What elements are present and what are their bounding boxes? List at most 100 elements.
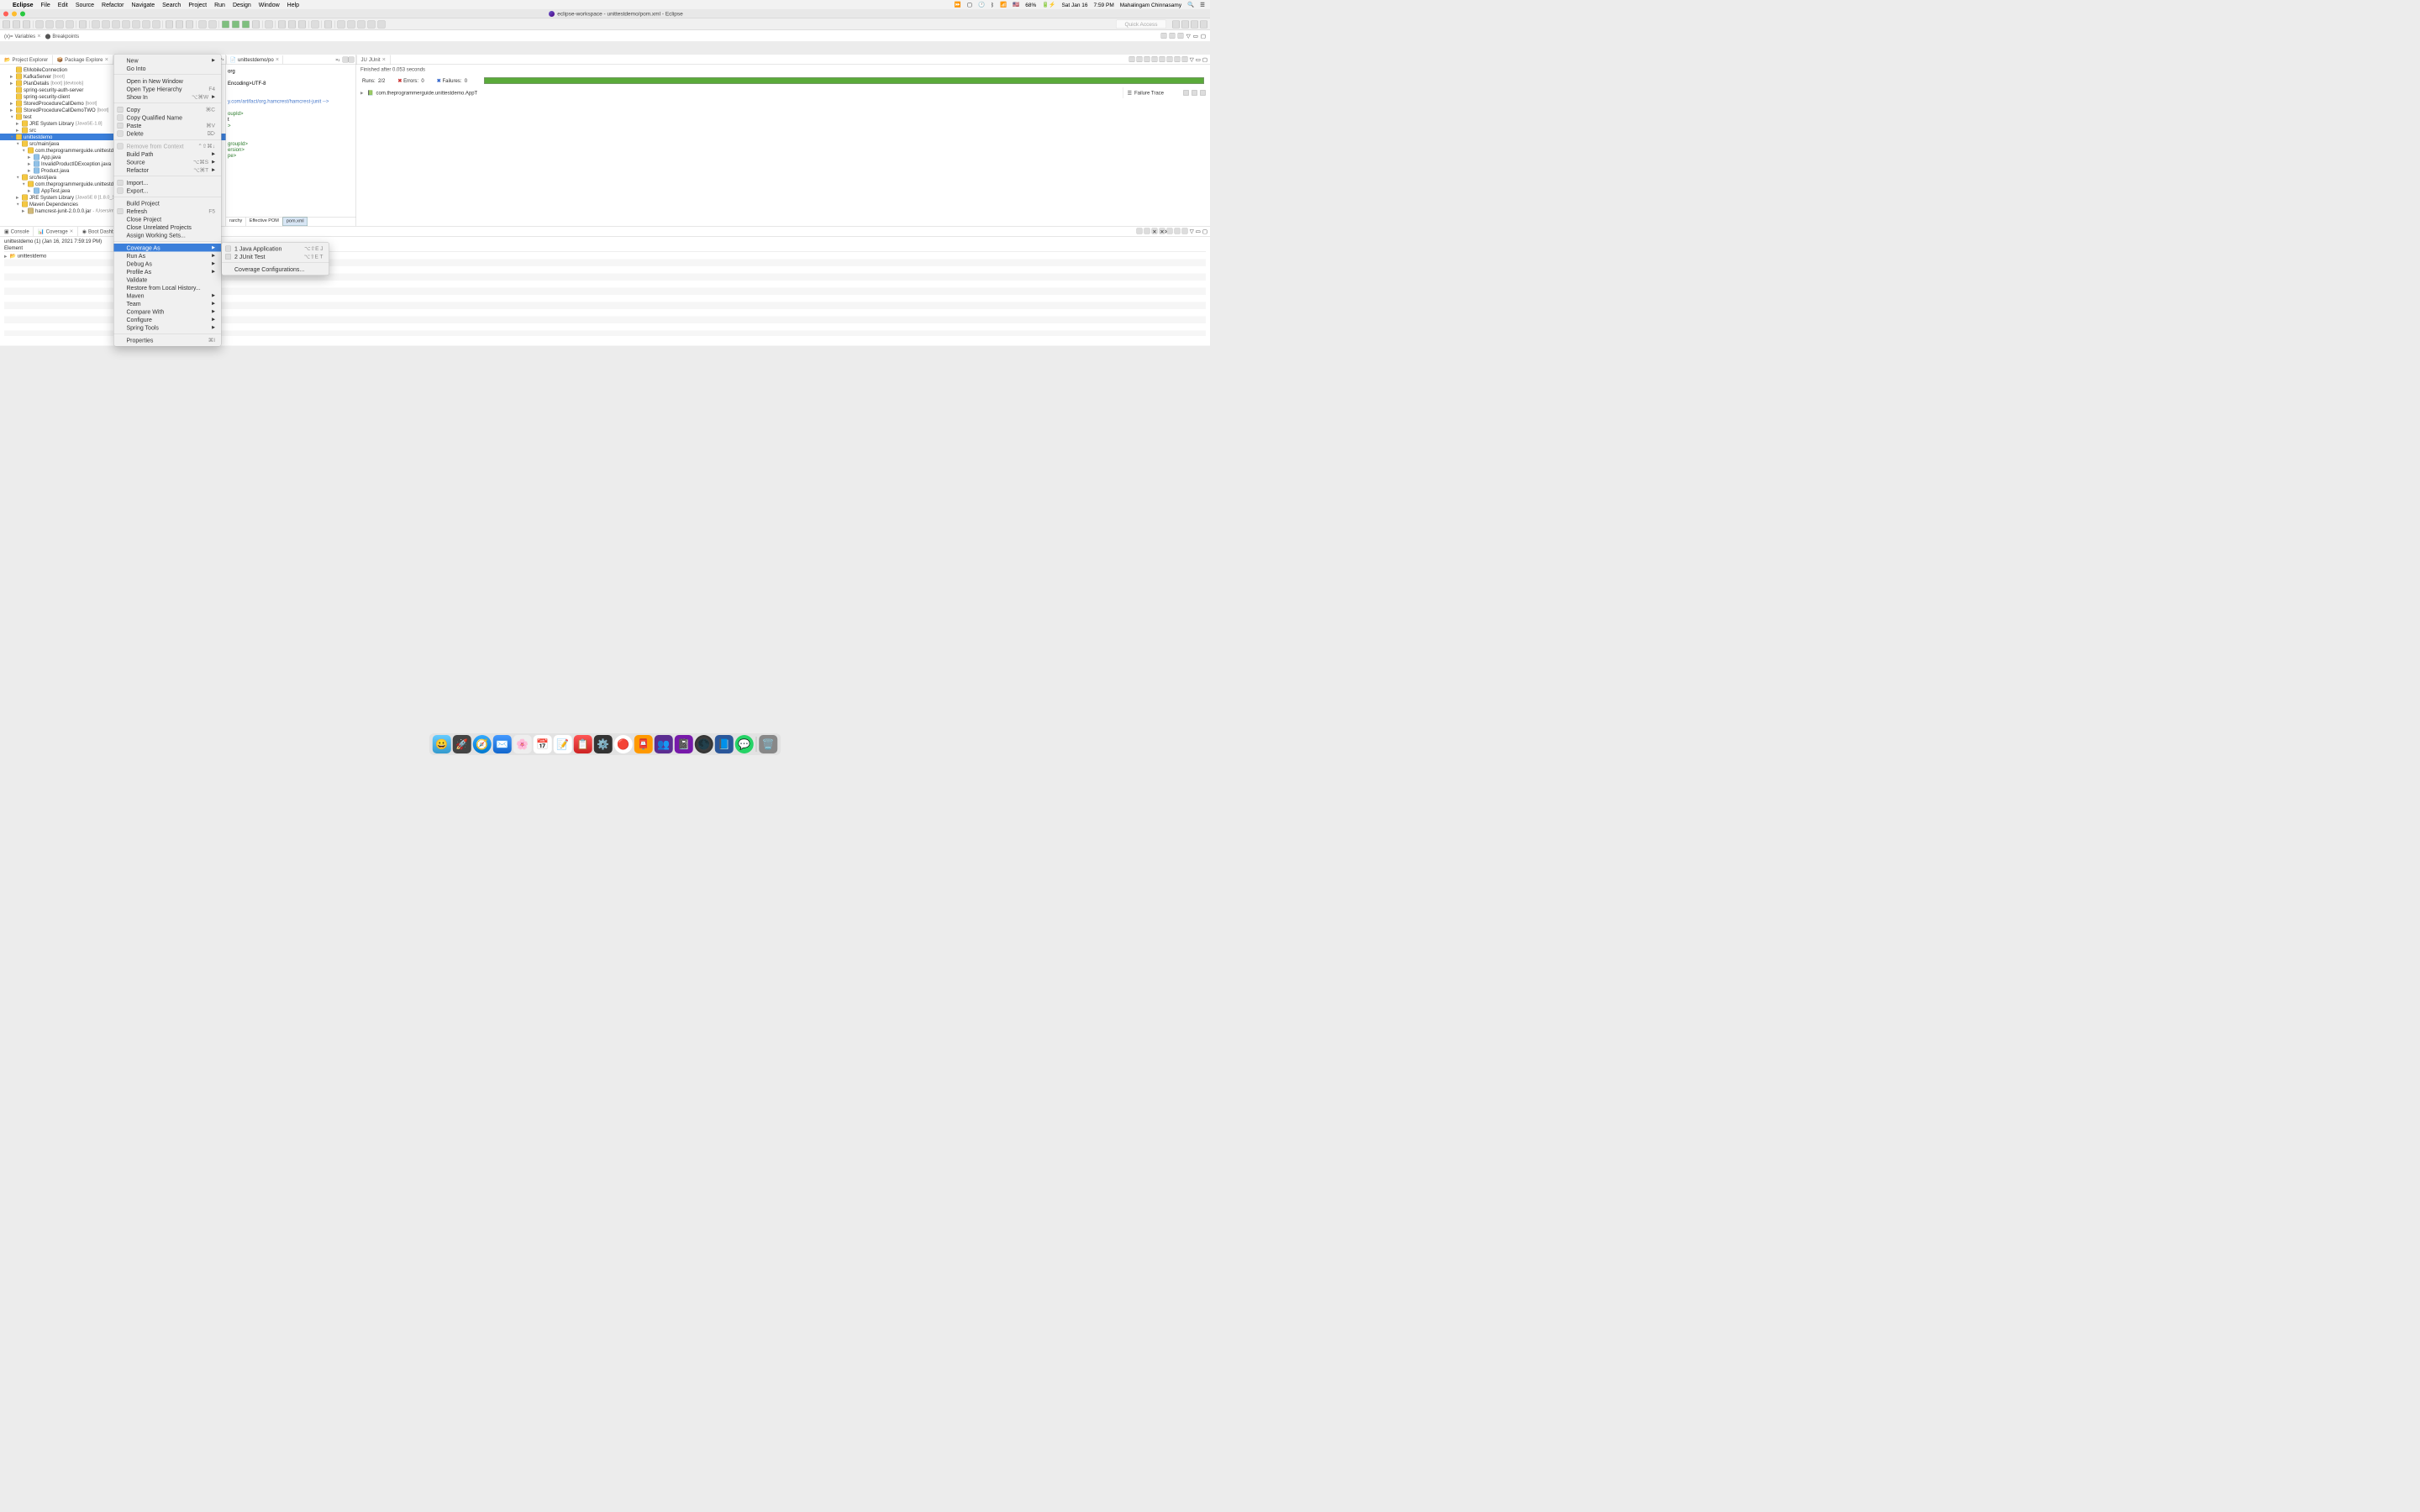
dump-icon[interactable] — [1144, 228, 1150, 234]
prevann-icon[interactable] — [348, 20, 355, 28]
menu-item-team[interactable]: Team▶ — [114, 300, 222, 308]
menu-run[interactable]: Run — [214, 2, 225, 8]
resume-icon[interactable] — [92, 20, 100, 28]
safari-icon[interactable]: 🧭 — [473, 735, 492, 753]
stepreturn-icon[interactable] — [153, 20, 160, 28]
menu-icon[interactable]: ☰ — [1200, 2, 1205, 8]
menu-help[interactable]: Help — [287, 2, 299, 8]
menu-item-spring-tools[interactable]: Spring Tools▶ — [114, 323, 222, 332]
fastforward-icon[interactable]: ⏩ — [955, 2, 961, 8]
remove-icon[interactable]: ✕ — [1152, 228, 1158, 234]
menu-item-properties[interactable]: Properties⌘I — [114, 336, 222, 344]
newclass-icon[interactable] — [266, 20, 273, 28]
calendar-icon[interactable]: 📅 — [534, 735, 552, 753]
relaunch-cov-icon[interactable] — [1137, 228, 1143, 234]
perspective-debug-icon[interactable] — [1181, 20, 1189, 28]
menu-item-show-in[interactable]: Show In⌥⌘W▶ — [114, 93, 222, 102]
view-icon-2[interactable] — [1170, 33, 1176, 39]
runlast-icon[interactable] — [252, 20, 260, 28]
minimize-view-icon[interactable]: ▭ — [1193, 33, 1198, 39]
menu-item-source[interactable]: Source⌥⌘S▶ — [114, 158, 222, 166]
bluetooth-icon[interactable]: ᛒ — [991, 2, 994, 8]
browser-icon[interactable] — [79, 20, 87, 28]
filter-icon[interactable] — [1192, 90, 1197, 96]
console-tab[interactable]: ▣ Console — [0, 227, 34, 236]
minimize-view-icon[interactable]: ▭ — [1196, 228, 1201, 234]
menu-item-go-into[interactable]: Go Into — [114, 65, 222, 73]
spotlight-icon[interactable]: 🔍 — [1187, 2, 1194, 8]
terminate-icon[interactable] — [113, 20, 120, 28]
menu-project[interactable]: Project — [188, 2, 207, 8]
menu-item-validate[interactable]: Validate — [114, 276, 222, 284]
rerun-fail-icon[interactable] — [1167, 56, 1173, 62]
next-fail-icon[interactable] — [1129, 56, 1135, 62]
menu-source[interactable]: Source — [76, 2, 94, 8]
menu-item-coverage-as[interactable]: Coverage As▶ — [114, 244, 222, 252]
coverage-dropdown-icon[interactable] — [242, 20, 250, 28]
mail-icon[interactable]: ✉️ — [493, 735, 512, 753]
relaunch2-icon[interactable] — [209, 20, 217, 28]
more-tabs-icon[interactable]: »₂ — [335, 57, 339, 62]
maximize-editor-icon[interactable] — [349, 56, 355, 62]
menu-item-close-unrelated-projects[interactable]: Close Unrelated Projects — [114, 223, 222, 232]
menu-item-build-project[interactable]: Build Project — [114, 199, 222, 207]
trash-icon[interactable]: 🗑️ — [759, 735, 777, 753]
droptocol-icon[interactable] — [166, 20, 173, 28]
scroll-lock-icon[interactable] — [1152, 56, 1158, 62]
view-menu-icon[interactable]: ▽ — [1190, 228, 1194, 234]
run-dropdown-icon[interactable] — [232, 20, 239, 28]
submenu-item--junit-test[interactable]: 2 JUnit Test⌥⇧E T — [222, 253, 329, 261]
hierarchy-tab[interactable]: rarchy — [226, 218, 246, 227]
menu-edit[interactable]: Edit — [58, 2, 68, 8]
stop-icon[interactable] — [1175, 56, 1181, 62]
lastedit-icon[interactable] — [358, 20, 366, 28]
suspend-icon[interactable] — [103, 20, 110, 28]
postman-icon[interactable]: 📮 — [634, 735, 653, 753]
forward-icon[interactable] — [378, 20, 386, 28]
skip-breakpoints-icon[interactable] — [36, 20, 44, 28]
view-icon-3[interactable] — [1178, 33, 1184, 39]
menu-item-copy-qualified-name[interactable]: Copy Qualified Name — [114, 113, 222, 122]
view-icon-1[interactable] — [1161, 33, 1167, 39]
menu-item-refresh[interactable]: RefreshF5 — [114, 207, 222, 216]
menu-item-new[interactable]: New▶ — [114, 56, 222, 65]
battery-icon[interactable]: 🔋⚡ — [1042, 2, 1055, 8]
pom-xml-tab[interactable]: pom.xml — [282, 218, 308, 227]
menu-item-open-in-new-window[interactable]: Open in New Window — [114, 77, 222, 86]
menu-item-configure[interactable]: Configure▶ — [114, 316, 222, 324]
perspective-other-icon[interactable] — [1200, 20, 1207, 28]
menu-item-build-path[interactable]: Build Path▶ — [114, 150, 222, 159]
eclipse-app-icon[interactable]: 🌑 — [695, 735, 713, 753]
view-menu-icon[interactable]: ▽ — [1186, 33, 1191, 39]
menu-design[interactable]: Design — [233, 2, 251, 8]
breakpoints-tab[interactable]: ⬤ Breakpoints — [45, 33, 79, 39]
menu-item-close-project[interactable]: Close Project — [114, 215, 222, 223]
restart-icon[interactable] — [186, 20, 193, 28]
nextann-icon[interactable] — [338, 20, 345, 28]
compare-icon[interactable] — [1183, 90, 1189, 96]
finder-icon[interactable]: 😀 — [433, 735, 451, 753]
sysprefs-icon[interactable]: ⚙️ — [594, 735, 613, 753]
teams-icon[interactable]: 👥 — [655, 735, 673, 753]
removeall-icon[interactable]: ✕✕ — [1160, 228, 1165, 234]
history-icon[interactable] — [1182, 56, 1188, 62]
menu-item-copy[interactable]: Copy⌘C — [114, 106, 222, 114]
menu-navigate[interactable]: Navigate — [132, 2, 155, 8]
usestepfilters-icon[interactable] — [176, 20, 183, 28]
menu-file[interactable]: File — [41, 2, 50, 8]
menu-item-open-type-hierarchy[interactable]: Open Type HierarchyF4 — [114, 85, 222, 93]
close-icon[interactable]: ✕ — [105, 57, 109, 63]
submenu-item-coverage-configurations-[interactable]: Coverage Configurations... — [222, 265, 329, 274]
flag-icon[interactable]: 🇺🇸 — [1013, 2, 1019, 8]
maximize-window-button[interactable] — [20, 11, 25, 16]
close-icon[interactable]: ✕ — [70, 228, 74, 234]
menu-item-maven[interactable]: Maven▶ — [114, 291, 222, 300]
menu-item-assign-working-sets-[interactable]: Assign Working Sets... — [114, 231, 222, 239]
menu-item-compare-with[interactable]: Compare With▶ — [114, 307, 222, 316]
menu-search[interactable]: Search — [162, 2, 181, 8]
package-explorer-tab[interactable]: 📦 Package Explore ✕ — [52, 55, 113, 64]
menu-item-export-[interactable]: Export... — [114, 186, 222, 195]
project-explorer-tab[interactable]: 📂 Project Explorer — [0, 55, 52, 64]
merge-icon[interactable] — [1167, 228, 1173, 234]
junit-tab[interactable]: JU JUnit ✕ — [356, 55, 391, 64]
